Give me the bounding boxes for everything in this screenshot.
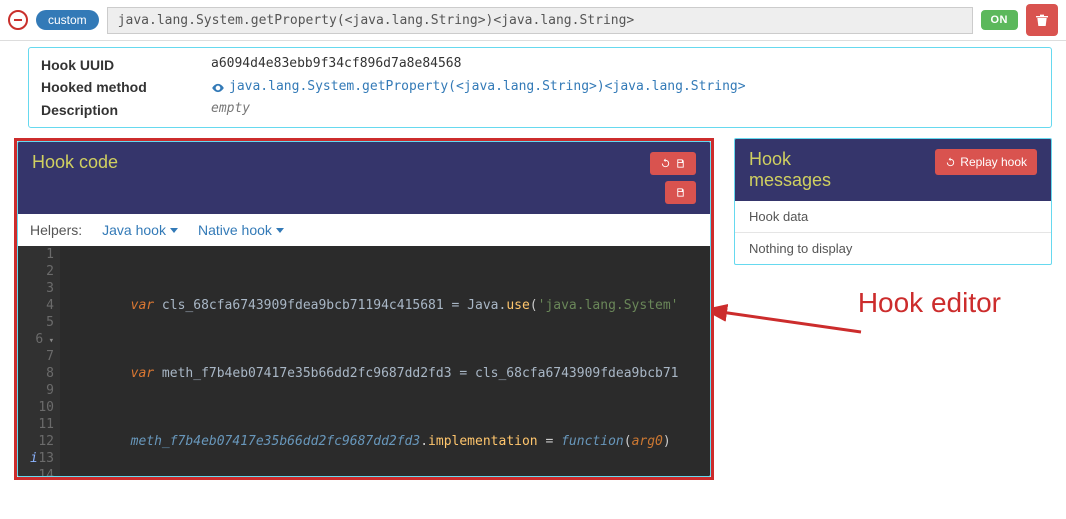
delete-hook-button[interactable]: [1026, 4, 1058, 36]
collapse-remove-btn[interactable]: [8, 10, 28, 30]
eye-icon: [211, 81, 225, 95]
caret-down-icon: [170, 228, 178, 233]
hook-enabled-switch[interactable]: ON: [981, 10, 1019, 30]
java-hook-dropdown[interactable]: Java hook: [102, 222, 178, 238]
code-editor[interactable]: 1234567891011121314 var cls_68cfa6743909…: [18, 246, 710, 476]
save-button[interactable]: [665, 181, 696, 204]
hook-data-row[interactable]: Hook data: [735, 201, 1051, 233]
hook-method-field[interactable]: java.lang.System.getProperty(<java.lang.…: [107, 7, 973, 34]
code-body[interactable]: var cls_68cfa6743909fdea9bcb71194c415681…: [60, 246, 710, 476]
save-icon: [675, 158, 686, 169]
save-icon: [675, 187, 686, 198]
label-hook-uuid: Hook UUID: [41, 54, 191, 76]
hook-type-badge: custom: [36, 10, 99, 30]
hook-code-panel: Hook code Helpers: Java hook Native hook: [17, 141, 711, 477]
hooked-method-text: java.lang.System.getProperty(<java.lang.…: [229, 77, 746, 98]
editor-gutter: 1234567891011121314: [18, 246, 60, 476]
refresh-icon: [660, 158, 671, 169]
helpers-label: Helpers:: [30, 222, 82, 238]
messages-empty-row: Nothing to display: [735, 233, 1051, 264]
annotation-arrow: Hook editor: [711, 302, 1001, 362]
label-hooked-method: Hooked method: [41, 76, 191, 98]
annotation-label: Hook editor: [858, 288, 1001, 319]
reload-save-button[interactable]: [650, 152, 696, 175]
link-hooked-method[interactable]: java.lang.System.getProperty(<java.lang.…: [211, 76, 746, 98]
hook-detail-panel: Hook UUID a6094d4e83ebb9f34cf896d7a8e845…: [28, 47, 1052, 128]
helpers-bar: Helpers: Java hook Native hook: [18, 214, 710, 246]
hook-messages-title: Hookmessages: [749, 149, 935, 191]
value-hook-uuid: a6094d4e83ebb9f34cf896d7a8e84568: [211, 54, 461, 76]
label-description: Description: [41, 99, 191, 121]
native-hook-dropdown[interactable]: Native hook: [198, 222, 284, 238]
trash-icon: [1034, 12, 1050, 28]
hook-code-title: Hook code: [32, 152, 650, 173]
caret-down-icon: [276, 228, 284, 233]
hook-messages-panel: Hookmessages Replay hook Hook data Nothi…: [734, 138, 1052, 265]
replay-hook-button[interactable]: Replay hook: [935, 149, 1037, 175]
value-description: empty: [211, 99, 250, 121]
refresh-icon: [945, 157, 956, 168]
hook-code-annotated-region: Hook code Helpers: Java hook Native hook: [14, 138, 714, 480]
